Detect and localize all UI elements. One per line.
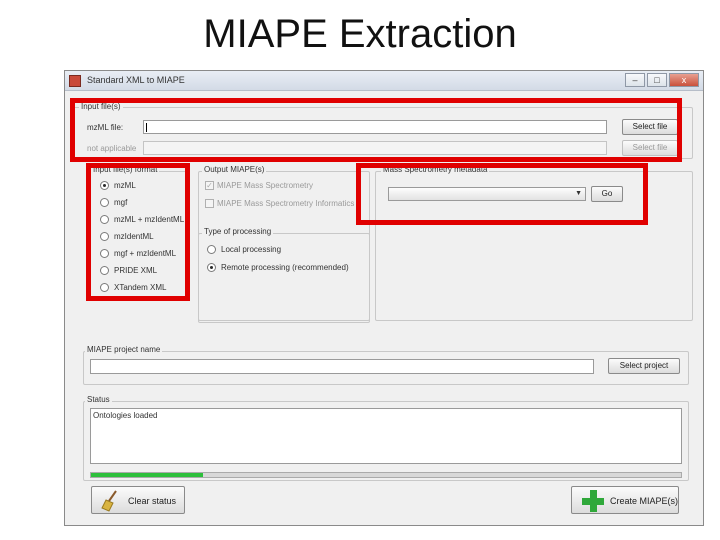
- progress-bar: [90, 472, 682, 478]
- clear-status-label: Clear status: [128, 496, 177, 506]
- processing-option-label: Remote processing (recommended): [221, 263, 349, 272]
- not-applicable-label: not applicable: [87, 144, 137, 153]
- input-files-label: Input file(s): [79, 102, 123, 111]
- secondary-file-input[interactable]: [143, 141, 607, 155]
- format-label: mzML + mzIdentML: [114, 215, 185, 224]
- format-label: mgf: [114, 198, 128, 207]
- app-window: Standard XML to MIAPE – □ x Input file(s…: [64, 70, 704, 526]
- plus-icon: [582, 490, 604, 512]
- format-label: mzIdentML: [114, 232, 154, 241]
- go-button[interactable]: Go: [591, 186, 623, 202]
- processing-label: Type of processing: [202, 227, 274, 236]
- radio-local-processing[interactable]: [207, 245, 216, 254]
- chevron-down-icon: ▼: [575, 190, 582, 197]
- minimize-button[interactable]: –: [625, 73, 645, 87]
- format-label: mgf + mzIdentML: [114, 249, 177, 258]
- text-caret: [146, 123, 147, 132]
- title-bar[interactable]: Standard XML to MIAPE – □ x: [65, 71, 703, 91]
- select-project-button[interactable]: Select project: [608, 358, 680, 374]
- output-label: MIAPE Mass Spectrometry Informatics: [217, 199, 355, 208]
- status-text: Ontologies loaded: [93, 411, 158, 420]
- format-label: PRIDE XML: [114, 266, 158, 275]
- mzml-file-label: mzML file:: [87, 123, 124, 132]
- window-title: Standard XML to MIAPE: [87, 75, 185, 85]
- status-label: Status: [85, 395, 112, 404]
- processing-option-label: Local processing: [221, 245, 282, 254]
- create-miape-label: Create MIAPE(s): [610, 496, 679, 506]
- input-format-label: Input file(s) format: [91, 165, 160, 174]
- ms-metadata-dropdown[interactable]: ▼: [388, 187, 586, 201]
- clear-status-button[interactable]: Clear status: [91, 486, 185, 514]
- radio-pride-xml[interactable]: [100, 266, 109, 275]
- checkbox-miape-ms[interactable]: ✓: [205, 181, 214, 190]
- status-log[interactable]: Ontologies loaded: [90, 408, 682, 464]
- ms-metadata-label: Mass Spectrometry metadata: [381, 165, 490, 174]
- broom-icon: [101, 490, 117, 512]
- project-label: MIAPE project name: [85, 345, 163, 354]
- radio-mzidentml[interactable]: [100, 232, 109, 241]
- select-file-button[interactable]: Select file: [622, 119, 678, 135]
- radio-mzml-mzidentml[interactable]: [100, 215, 109, 224]
- format-label: XTandem XML: [114, 283, 167, 292]
- mzml-file-input[interactable]: [143, 120, 607, 134]
- checkbox-miape-msi[interactable]: [205, 199, 214, 208]
- radio-mgf[interactable]: [100, 198, 109, 207]
- output-label: MIAPE Mass Spectrometry: [217, 181, 314, 190]
- radio-mzml[interactable]: [100, 181, 109, 190]
- radio-remote-processing[interactable]: [207, 263, 216, 272]
- slide-title: MIAPE Extraction: [203, 12, 517, 56]
- maximize-button[interactable]: □: [647, 73, 667, 87]
- radio-mgf-mzidentml[interactable]: [100, 249, 109, 258]
- output-miape-label: Output MIAPE(s): [202, 165, 267, 174]
- format-label: mzML: [114, 181, 136, 190]
- progress-fill: [91, 473, 204, 477]
- app-icon: [69, 75, 81, 87]
- radio-xtandem-xml[interactable]: [100, 283, 109, 292]
- select-file-button-secondary[interactable]: Select file: [622, 140, 678, 156]
- close-button[interactable]: x: [669, 73, 699, 87]
- create-miape-button[interactable]: Create MIAPE(s): [571, 486, 679, 514]
- project-name-input[interactable]: [90, 359, 594, 374]
